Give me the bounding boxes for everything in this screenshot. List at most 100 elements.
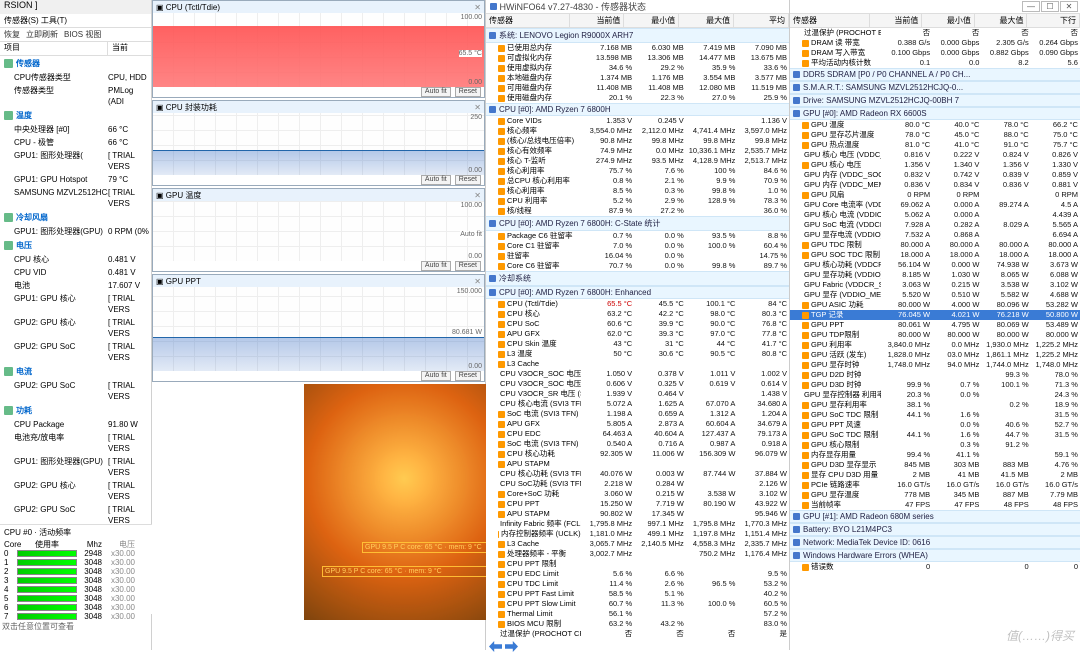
tb-refresh[interactable]: 立即刷新 (26, 29, 58, 40)
grid-row[interactable]: APU GFX62.0 °C39.3 °C97.0 °C77.8 °C (486, 329, 789, 339)
grid-row[interactable]: CPU 核心功耗 (SVI3 TFN)40.076 W0.003 W87.744… (486, 469, 789, 479)
reset-button[interactable]: Reset (455, 87, 481, 97)
graph-plot[interactable]: 150.0000.0080.681 W (153, 287, 484, 371)
grid-row[interactable]: 可虚拟化内存13.598 MB13.306 MB14.477 MB13.675 … (486, 53, 789, 63)
grid-row[interactable]: (核心/总线电压倍率)90.8 MHz99.8 MHz99.8 MHz99.8 … (486, 136, 789, 146)
grid-row[interactable]: GPU 核心 电流 (VDDIO)5.062 A0.000 A4.439 A (790, 210, 1080, 220)
grid-row[interactable]: GPU 风扇0 RPM0 RPM0 RPM (790, 190, 1080, 200)
grid-row[interactable]: GPU 显存电流 (VDDIO)7.532 A0.868 A6.694 A (790, 230, 1080, 240)
reset-button[interactable]: Reset (455, 175, 481, 185)
grid-row[interactable]: L3 Cache3,065.7 MHz2,140.5 MHz4,558.3 MH… (486, 539, 789, 549)
grid-row[interactable]: GPU 核心限制0.3 %91.2 % (790, 440, 1080, 450)
grid-row[interactable]: CPU V3OCR_SR 电压 (SVI3 TFN)1.939 V0.464 V… (486, 389, 789, 399)
graph-plot[interactable]: 2500.00 (153, 113, 484, 175)
grid-row[interactable]: GPU ASIC 功耗80.000 W4.000 W80.096 W53.282… (790, 300, 1080, 310)
grid-row[interactable]: GPU Core 电流率 (VDDCR_GFX)69.062 A0.000 A8… (790, 200, 1080, 210)
grid-row[interactable]: Core VIDs1.353 V0.245 V1.136 V (486, 116, 789, 126)
grid-row[interactable]: 核心利用率8.5 %0.3 %99.8 %1.0 % (486, 186, 789, 196)
tree-section[interactable]: 电流 (0, 364, 151, 379)
tree-row[interactable]: GPU1: 图形处理器(GPU)[ TRIAL VERS (0, 455, 151, 479)
grid-row[interactable]: APU STAPM (486, 459, 789, 469)
autofit-button[interactable]: Auto fit (421, 175, 451, 185)
grid-row[interactable]: CPU 核心电流 (SVI3 TFN)5.072 A1.625 A67.070 … (486, 399, 789, 409)
graph-close-icon[interactable]: ✕ (474, 3, 481, 12)
grid-row[interactable]: CPU SoC功耗 (SVI3 TFN)2.218 W0.284 W2.126 … (486, 479, 789, 489)
grid-row[interactable]: GPU 温度80.0 °C40.0 °C78.0 °C66.2 °C (790, 120, 1080, 130)
grid-section[interactable]: CPU [#0]: AMD Ryzen 7 6800H: C-State 统计 (486, 216, 789, 231)
col-min[interactable]: 最小值 (922, 14, 975, 27)
grid-body-left[interactable]: 系统: LENOVO Legion R9000X ARH7已使用总内存7.168… (486, 28, 789, 638)
tree-row[interactable]: GPU2: GPU SoC[ TRIAL VERS (0, 379, 151, 403)
grid-row[interactable]: CPU TDC Limit11.4 %2.6 %96.5 %53.2 % (486, 579, 789, 589)
grid-row[interactable]: GPU PPT80.061 W4.795 W80.069 W53.489 W (790, 320, 1080, 330)
grid-row[interactable]: L3 Cache (486, 359, 789, 369)
col-avg[interactable]: 平均 (734, 14, 789, 27)
grid-row[interactable]: CPU EDC Limit5.6 %6.6 %9.5 % (486, 569, 789, 579)
grid-row[interactable]: 内存控制器频率 (UCLK)1,181.0 MHz499.1 MHz1,197.… (486, 529, 789, 539)
grid-row[interactable]: Core C6 驻留率70.7 %0.0 %99.8 %89.7 % (486, 261, 789, 271)
grid-row[interactable]: 使用虚拟内存34.6 %29.2 %35.9 %33.6 % (486, 63, 789, 73)
grid-row[interactable]: CPU 核心功耗92.305 W11.006 W156.309 W96.079 … (486, 449, 789, 459)
tree-row[interactable]: GPU1: 图形处理器(GPU)0 RPM (0% (0, 225, 151, 238)
grid-row[interactable]: CPU PPT15.250 W7.719 W80.190 W43.922 W (486, 499, 789, 509)
tree-row[interactable]: CPU - 极管66 °C (0, 136, 151, 149)
grid-row[interactable]: GPU 活跃 (发车)1,828.0 MHz03.0 MHz1,861.1 MH… (790, 350, 1080, 360)
col-down[interactable]: 下行 (1027, 14, 1080, 27)
tree-row[interactable]: GPU1: GPU 核心[ TRIAL VERS (0, 292, 151, 316)
grid-row[interactable]: GPU 显存时钟1,748.0 MHz94.0 MHz1,744.0 MHz1,… (790, 360, 1080, 370)
col-max[interactable]: 最大值 (679, 14, 734, 27)
col-current[interactable]: 当前值 (870, 14, 923, 27)
grid-row[interactable]: CPU Skin 温度43 °C31 °C44 °C41.7 °C (486, 339, 789, 349)
autofit-button[interactable]: Auto fit (421, 261, 451, 271)
grid-row[interactable]: CPU SoC60.6 °C39.9 °C90.0 °C76.8 °C (486, 319, 789, 329)
grid-row[interactable]: GPU D3D 时钟99.9 %0.7 %100.1 %71.3 % (790, 380, 1080, 390)
tree-section[interactable]: 温度 (0, 108, 151, 123)
grid-row[interactable]: GPU TDP限制80.000 W80.000 W80.000 W80.000 … (790, 330, 1080, 340)
grid-row[interactable]: GPU SOC TDC 限制18.000 A18.000 A18.000 A18… (790, 250, 1080, 260)
grid-row[interactable]: CPU (Tctl/Tdie)65.5 °C45.5 °C100.1 °C84 … (486, 299, 789, 309)
tree-section[interactable]: 传感器 (0, 56, 151, 71)
col-max[interactable]: 最大值 (975, 14, 1028, 27)
grid-section[interactable]: GPU [#0]: AMD Radeon RX 6600S (790, 107, 1080, 120)
grid-section[interactable]: Network: MediaTek Device ID: 0616 (790, 536, 1080, 549)
tb-restore[interactable]: 恢复 (4, 29, 20, 40)
tree-row[interactable]: 中央处理器 [#0]66 °C (0, 123, 151, 136)
grid-row[interactable]: 当前帧率47 FPS47 FPS48 FPS48 FPS (790, 500, 1080, 510)
grid-row[interactable]: CPU V3OCR_SOC 电压 (SVI3 TFN)0.606 V0.325 … (486, 379, 789, 389)
grid-row[interactable]: APU STAPM90.802 W17.345 W95.946 W (486, 509, 789, 519)
grid-row[interactable]: TGP 记录76.045 W4.021 W76.218 W50.800 W (790, 310, 1080, 320)
tree-row[interactable]: 传感器类型PMLog (ADI (0, 84, 151, 108)
grid-row[interactable]: Infinity Fabric 频率 (FCLK)1,795.8 MHz997.… (486, 519, 789, 529)
grid-row[interactable]: PCIe 链路速率16.0 GT/s16.0 GT/s16.0 GT/s16.0… (790, 480, 1080, 490)
grid-row[interactable]: GPU SoC TDC 限制44.1 %1.6 %44.7 %31.5 % (790, 430, 1080, 440)
grid-row[interactable]: GPU 内存 (VDDC_MEM)0.836 V0.834 V0.836 V0.… (790, 180, 1080, 190)
grid-row[interactable]: 过温保护 (PROCHOT CPU)否否否是 (486, 629, 789, 638)
grid-row[interactable]: GPU 显存温度778 MB345 MB887 MB7.79 MB (790, 490, 1080, 500)
tree-section[interactable]: 功耗 (0, 403, 151, 418)
tree-row[interactable]: GPU2: GPU 核心[ TRIAL VERS (0, 316, 151, 340)
grid-row[interactable]: GPU 显存 (VDDIO_MEM)5.520 W0.510 W5.582 W4… (790, 290, 1080, 300)
autofit-button[interactable]: Auto fit (421, 87, 451, 97)
grid-row[interactable]: GPU 显存芯片温度78.0 °C45.0 °C88.0 °C75.0 °C (790, 130, 1080, 140)
grid-row[interactable]: CPU PPT Slow Limit60.7 %11.3 %100.0 %60.… (486, 599, 789, 609)
grid-row[interactable]: 总CPU 核心利用率0.8 %2.1 %9.9 %70.9 % (486, 176, 789, 186)
graph-plot[interactable]: 100.000.0065.5 °C (153, 13, 484, 87)
grid-row[interactable]: GPU 热点温度81.0 °C41.0 °C91.0 °C75.7 °C (790, 140, 1080, 150)
col-min[interactable]: 最小值 (624, 14, 679, 27)
graph-close-icon[interactable]: ✕ (474, 277, 481, 286)
col-current[interactable]: 当前值 (570, 14, 625, 27)
tree-row[interactable]: CPU传感器类型CPU, HDD (0, 71, 151, 84)
grid-row[interactable]: GPU 显存控制器 利用率20.3 %0.0 %24.3 % (790, 390, 1080, 400)
grid-row[interactable]: GPU 核心 电压1.356 V1.340 V1.356 V1.330 V (790, 160, 1080, 170)
close-icon[interactable]: ✕ (1060, 1, 1078, 12)
tree-row[interactable]: CPU Package91.80 W (0, 418, 151, 431)
tree-row[interactable]: 电池17.607 V (0, 279, 151, 292)
tree-row[interactable]: 电池充/放电率[ TRIAL VERS (0, 431, 151, 455)
grid-section[interactable]: 系统: LENOVO Legion R9000X ARH7 (486, 28, 789, 43)
grid-section[interactable]: S.M.A.R.T.: SAMSUNG MZVL2512HCJQ-0... (790, 81, 1080, 94)
arrow-back-icon[interactable] (489, 641, 502, 652)
grid-row[interactable]: L3 温度50 °C30.6 °C90.5 °C80.8 °C (486, 349, 789, 359)
grid-row[interactable]: CPU EDC64.463 A40.604 A127.437 A79.173 A (486, 429, 789, 439)
grid-section[interactable]: CPU [#0]: AMD Ryzen 7 6800H: Enhanced (486, 286, 789, 299)
tree-body[interactable]: 传感器CPU传感器类型CPU, HDD传感器类型PMLog (ADI温度中央处理… (0, 56, 151, 527)
